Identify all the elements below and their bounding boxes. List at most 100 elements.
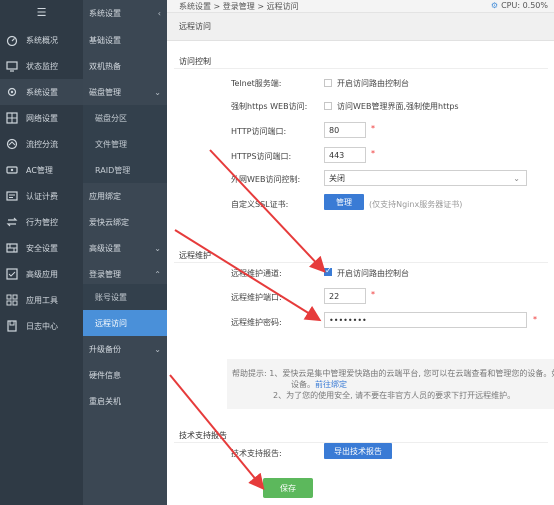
sub-item-label: 账号设置 — [95, 292, 127, 302]
remote-channel-checkbox[interactable] — [324, 266, 332, 276]
section-title-remote: 远程维护 — [179, 251, 211, 260]
required-mark: * — [371, 290, 375, 299]
nav-item-label: 安全设置 — [26, 243, 58, 253]
nav-item-label: 系统概况 — [26, 35, 58, 45]
bind-link[interactable]: 前往绑定 — [315, 380, 347, 389]
sub-item-file-manage[interactable]: 文件管理 — [83, 131, 167, 157]
nav-item-monitor[interactable]: 状态监控 — [0, 53, 83, 79]
tools-icon — [5, 293, 19, 307]
sub-item-label: 远程访问 — [95, 318, 127, 328]
remote-channel-label: 远程维护通道: — [231, 269, 282, 278]
settings-icon — [5, 85, 19, 99]
https-force-label: 强制https WEB访问: — [231, 102, 308, 111]
telnet-label: Telnet服务端: — [231, 79, 282, 88]
sub-item-label: RAID管理 — [95, 165, 131, 175]
nav-item-advanced[interactable]: 高级应用 — [0, 261, 83, 287]
secondary-sidebar-title: 系统设置 — [89, 8, 121, 18]
telnet-check-text: 开启访问路由控制台 — [337, 79, 409, 88]
sub-item-reboot[interactable]: 重启关机 — [83, 388, 167, 414]
sub-item-hardware[interactable]: 硬件信息 — [83, 362, 167, 388]
required-mark: * — [371, 124, 375, 133]
nav-item-label: 行为管控 — [26, 217, 58, 227]
help-line-2: 2、为了您的使用安全, 请不要在非官方人员的要求下打开远程维护。 — [273, 391, 516, 400]
sub-item-cloud-binding[interactable]: 爱快云绑定 — [83, 209, 167, 235]
tech-report-label: 技术支持报告: — [231, 449, 282, 458]
ssl-label: 自定义SSL证书: — [231, 200, 289, 209]
behavior-icon — [5, 215, 19, 229]
nav-item-overview[interactable]: 系统概况 — [0, 27, 83, 53]
cpu-indicator: ⚙ CPU: 0.50% — [491, 1, 548, 10]
chevron-up-icon: ⌃ — [154, 269, 161, 279]
nav-item-label: 认证计费 — [26, 191, 58, 201]
sub-item-disk[interactable]: 磁盘管理 ⌄ — [83, 79, 167, 105]
chevron-down-icon: ⌄ — [513, 174, 520, 183]
chevron-left-icon[interactable]: ‹ — [158, 9, 161, 18]
cpu-text: CPU: 0.50% — [501, 1, 548, 10]
sub-item-label: 高级设置 — [89, 243, 121, 253]
remote-channel-check-text: 开启访问路由控制台 — [337, 269, 409, 278]
sub-item-hotstandby[interactable]: 双机热备 — [83, 53, 167, 79]
sub-item-label: 爱快云绑定 — [89, 217, 129, 227]
hamburger-icon[interactable]: ☰ — [0, 0, 83, 24]
nav-item-ac[interactable]: AC管理 — [0, 157, 83, 183]
sub-item-label: 应用绑定 — [89, 191, 121, 201]
remote-port-label: 远程维护端口: — [231, 293, 282, 302]
https-force-checkbox[interactable] — [324, 102, 332, 110]
chevron-down-icon: ⌄ — [154, 344, 161, 354]
telnet-checkbox[interactable] — [324, 79, 332, 87]
https-port-input[interactable]: 443 — [324, 147, 366, 163]
nav-item-behavior[interactable]: 行为管控 — [0, 209, 83, 235]
save-button[interactable]: 保存 — [263, 478, 313, 498]
sub-item-remote-access[interactable]: 远程访问 — [83, 310, 167, 336]
chevron-down-icon: ⌄ — [154, 243, 161, 253]
nav-item-flow[interactable]: 流控分流 — [0, 131, 83, 157]
nav-item-network[interactable]: 网络设置 — [0, 105, 83, 131]
page-title: 远程访问 — [167, 13, 554, 41]
security-icon — [5, 241, 19, 255]
external-web-select[interactable]: 关闭 ⌄ — [324, 170, 527, 186]
monitor-icon — [5, 59, 19, 73]
external-web-value: 关闭 — [329, 173, 345, 183]
sub-item-advanced[interactable]: 高级设置 ⌄ — [83, 235, 167, 261]
section-title-tech: 技术支持报告 — [179, 431, 227, 440]
ssl-hint: (仅支持Nginx服务器证书) — [369, 200, 463, 209]
remote-port-input[interactable]: 22 — [324, 288, 366, 304]
dashboard-icon — [5, 33, 19, 47]
remote-password-input[interactable]: •••••••• — [324, 312, 527, 328]
http-port-label: HTTP访问端口: — [231, 127, 287, 136]
nav-item-label: 应用工具 — [26, 295, 58, 305]
required-mark: * — [533, 315, 537, 324]
export-report-button[interactable]: 导出技术报告 — [324, 443, 392, 459]
nav-item-log[interactable]: 日志中心 — [0, 313, 83, 339]
sub-item-label: 升级备份 — [89, 344, 121, 354]
external-web-label: 外网WEB访问控制: — [231, 175, 301, 184]
auth-icon — [5, 189, 19, 203]
sub-item-app-binding[interactable]: 应用绑定 — [83, 183, 167, 209]
nav-item-label: 状态监控 — [26, 61, 58, 71]
nav-item-security[interactable]: 安全设置 — [0, 235, 83, 261]
sub-item-account[interactable]: 账号设置 — [83, 284, 167, 310]
nav-item-auth[interactable]: 认证计费 — [0, 183, 83, 209]
sub-item-disk-partition[interactable]: 磁盘分区 — [83, 105, 167, 131]
http-port-input[interactable]: 80 — [324, 122, 366, 138]
sub-item-upgrade[interactable]: 升级备份 ⌄ — [83, 336, 167, 362]
nav-item-tools[interactable]: 应用工具 — [0, 287, 83, 313]
nav-item-label: 日志中心 — [26, 321, 58, 331]
chevron-down-icon: ⌄ — [154, 87, 161, 97]
primary-sidebar: ☰ 系统概况 状态监控 系统设置 网络设置 流控分流 AC管理 认证计费 行为管… — [0, 0, 83, 505]
ssl-manage-button[interactable]: 管理 — [324, 194, 364, 210]
nav-item-label: 高级应用 — [26, 269, 58, 279]
nav-item-system-settings[interactable]: 系统设置 — [0, 79, 83, 105]
main-content: 系统设置 > 登录管理 > 远程访问 ⚙ CPU: 0.50% 远程访问 访问控… — [167, 0, 554, 505]
divider — [174, 262, 548, 263]
section-title-access: 访问控制 — [179, 57, 211, 66]
sub-item-label: 磁盘分区 — [95, 113, 127, 123]
secondary-sidebar-header[interactable]: 系统设置 ‹ — [83, 0, 167, 26]
sub-item-basic[interactable]: 基础设置 — [83, 27, 167, 53]
help-line-1-tail: 设备。前往绑定 — [291, 379, 347, 390]
sub-item-label: 重启关机 — [89, 396, 121, 406]
nav-item-label: 网络设置 — [26, 113, 58, 123]
sub-item-label: 基础设置 — [89, 35, 121, 45]
sub-item-raid[interactable]: RAID管理 — [83, 157, 167, 183]
sub-item-label: 双机热备 — [89, 61, 121, 71]
